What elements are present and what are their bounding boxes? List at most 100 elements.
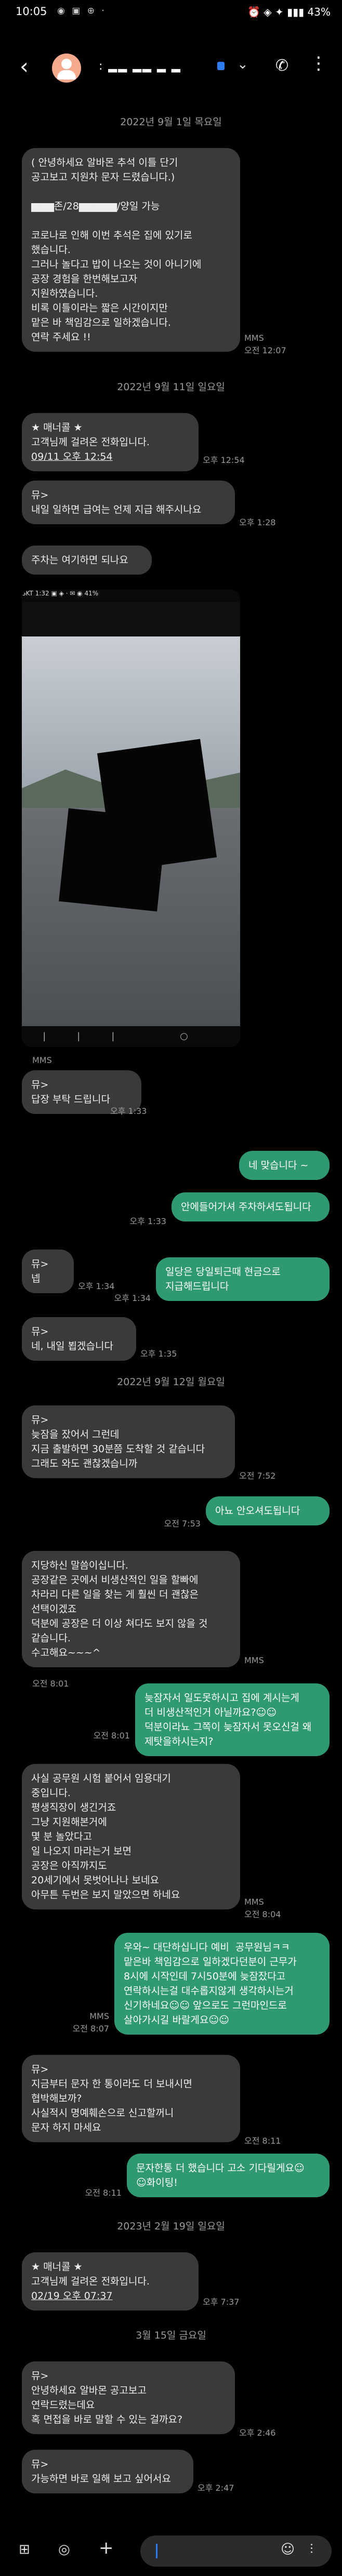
message-line: 지금 출발하면 30분쯤 도착할 것 같습니다 [31,1443,205,1455]
message-line: 연락드렸는데요 [31,2399,95,2411]
camera-icon[interactable]: ◎ [58,2542,70,2557]
message-line: 혹 면접을 바로 말할 수 있는 걸까요? [31,2414,183,2425]
message-type: MMS [244,1897,264,1907]
message-line: 뮤> [31,1414,49,1426]
message-bubble[interactable]: 사실 공무원 시험 붙어서 임용대기 중입니다. 평생직장이 생긴거죠 그냥 지… [22,1764,240,1909]
emoji-icon[interactable]: ☺ [281,2542,295,2557]
message-link[interactable]: 02/19 오후 07:37 [31,2289,189,2303]
message-line: 수고해요~~~^ [31,1647,101,1658]
image-status-bar: SKT 1:32 ▣ ◈ · ✉ ◉ 41% [22,590,240,602]
message-time: 오후 2:46 [239,2428,276,2438]
message-line: 공장 경험을 한번해보고자 [31,273,138,285]
message-line: 늦잠자서 일도못하시고 집에 계시는게 [144,1692,299,1704]
mms-image[interactable]: SKT 1:32 ▣ ◈ · ✉ ◉ 41% ||| ○ ‹ [22,590,240,1047]
message-line: 맡은바 책임감으로 일하겠다던분이 근무가 [124,1956,297,1968]
message-line: 지급해드립니다 [165,1281,229,1292]
phone-icon[interactable]: ✆ [275,57,288,75]
gallery-icon[interactable]: ⊞ [19,2542,30,2557]
message-bubble[interactable]: 주차는 여기하면 되나요 [22,546,152,575]
message-line: 차라리 다른 일을 찾는 게 훨씬 더 괜찮은 [31,1589,199,1600]
message-line: 고객님께 걸려온 전화입니다. [31,436,150,448]
message-line: 평생직장이 생긴거죠 [31,1802,116,1813]
voice-icon[interactable]: ⫶ [310,2542,313,2558]
message-line: 몇 분 놀았다고 [31,1831,92,1842]
message-line [31,214,231,228]
message-line: 그러나 놀다고 밥이 나오는 것이 아니기에 [31,259,202,270]
message-line: 우와~ 대단하십니다 예비 공무원님ㅋㅋ [124,1942,290,1953]
message-line: 가능하면 바로 일해 보고 싶어서요 [31,2473,171,2485]
composer-bar: ⊞ ◎ + ☺ ⫶ [0,2525,342,2576]
status-time: 10:05 [16,5,47,18]
message-line: 넵 [31,1273,41,1284]
sent-bubble[interactable]: 늦잠자서 일도못하시고 집에 계시는게 더 비생산적인거 아닐까요?☺☺ 덕분이… [135,1683,330,1756]
message-time: 오후 7:37 [203,2297,240,2307]
message-time: 오전 8:04 [244,1909,281,1919]
message-line: 뮤> [31,2064,49,2075]
message-bubble[interactable]: 뮤> 늦잠을 잤어서 그런데 지금 출발하면 30분쯤 도착할 것 같습니다 그… [22,1405,235,1478]
message-line: 덕분이라뇨 그쪽이 늦잠자서 못오신걸 왜 [144,1721,312,1733]
date-divider: 3월 15일 금요일 [136,2330,206,2341]
message-link[interactable]: 09/11 오후 12:54 [31,449,189,464]
message-line: 했습니다. [31,244,71,256]
sent-bubble[interactable]: 문자한통 더 했습니다 고소 기다릴게요☺ ☺화이팅! [127,2154,330,2197]
message-line: 주차는 여기하면 되나요 [31,554,128,566]
message-bubble[interactable]: 뮤> 가능하면 바로 일해 보고 싶어서요 [22,2450,193,2493]
contact-name[interactable]: : ▂▂ ▂▂ ▂ ▂ [99,60,181,73]
more-icon[interactable]: ⋮ [310,55,327,72]
message-time: 오전 7:53 [164,1519,201,1529]
message-line: 연락 주세요 !! [31,331,91,343]
message-line: 뮤> [31,1079,49,1091]
message-line: 그냥 지원해본거에 [31,1816,107,1828]
message-time: 오전 8:11 [85,2188,122,2198]
message-line: 고객님께 걸려온 전화입니다. [31,2276,150,2287]
message-bubble[interactable]: 뮤> 넵 [22,1250,74,1293]
add-icon[interactable]: + [99,2538,114,2558]
message-line: 문자 하지 마세요 [31,2122,101,2133]
message-bubble[interactable]: 지당하신 말씀이십니다. 공장같은 곳에서 비생산적인 일을 할빠에 차라리 다… [22,1551,240,1667]
message-line: 일당은 당일퇴근때 현금으로 [165,1266,281,1278]
message-line: ▆▆▆존/28▆▆▆▆▆/양일 가능 [31,201,160,212]
sent-bubble[interactable]: 아뇨 안오셔도됩니다 [206,1496,330,1525]
status-right: ⏰ ◈ ✦ ▮▮▮ 43% [247,6,331,18]
message-line: 선택이겠죠 [31,1603,77,1615]
message-line: ★ 매너콜 ★ [31,2261,83,2273]
message-bubble[interactable]: ★ 매너콜 ★ 고객님께 걸려온 전화입니다. 09/11 오후 12:54 [22,413,199,471]
sent-bubble[interactable]: 일당은 당일퇴근때 현금으로 지급해드립니다 [156,1257,330,1301]
chevron-down-icon[interactable]: ⌄ [237,57,248,72]
message-line: 뮤> [31,1258,49,1270]
message-line: 공고보고 지원차 문자 드렸습니다.) [31,171,175,183]
message-time: 오후 1:35 [140,1349,177,1359]
message-line: 제탓을하시는지? [144,1736,214,1747]
message-line: 내일 일하면 급여는 언제 지급 해주시나요 [31,504,202,515]
sent-bubble[interactable]: 네 맞습니다 ~ [239,1151,330,1180]
message-bubble[interactable]: 뮤> 내일 일하면 급여는 언제 지급 해주시나요 [22,481,235,524]
message-type: MMS [244,333,264,343]
message-bubble[interactable]: ( 안녕하세요 알바몬 추석 이틀 단기 공고보고 지원차 문자 드렸습니다.)… [22,148,240,352]
message-line: 연락하시는걸 대수롭지않게 생각하시는거 [124,1985,294,1997]
message-bubble[interactable]: 뮤> 안녕하세요 알바몬 공고보고 연락드렸는데요 혹 면접을 바로 말할 수 … [22,2361,235,2434]
message-time: 오전 8:07 [72,2024,109,2034]
back-icon[interactable]: ‹ [20,56,29,77]
message-line: 같습니다. [31,1632,71,1644]
message-line: 답장 부탁 드립니다 [31,1094,110,1105]
message-line: 맡은 바 책임감으로 일하겠습니다. [31,317,171,328]
message-line: 비록 이틀이라는 짧은 시간이지만 [31,302,168,314]
message-time: 오전 8:11 [244,2136,281,2146]
message-input[interactable] [140,2535,332,2567]
sent-bubble[interactable]: 우와~ 대단하십니다 예비 공무원님ㅋㅋ 맡은바 책임감으로 일하겠다던분이 근… [114,1933,330,2035]
message-time: 오후 1:33 [110,1106,147,1116]
verified-badge [217,62,225,70]
message-bubble[interactable]: ★ 매너콜 ★ 고객님께 걸려온 전화입니다. 02/19 오후 07:37 [22,2252,199,2311]
message-line: 신기하네요☺☺ 앞으로도 그런마인드로 [124,2000,287,2011]
message-line: 중입니다. [31,1787,71,1799]
sent-bubble[interactable]: 안에들어가셔 주차하셔도됩니다 [172,1192,330,1221]
avatar[interactable] [52,54,81,83]
message-type: MMS [89,2011,109,2021]
date-divider: 2023년 2월 19일 일요일 [117,2221,225,2232]
message-time: 오전 12:07 [244,346,286,355]
message-line: ★ 매너콜 ★ [31,422,83,433]
message-bubble[interactable]: 뮤> 지금부터 문자 한 통이라도 더 보내시면 협박해보까? 사실적시 명예훼… [22,2055,240,2142]
message-time: 오후 1:33 [129,1216,166,1226]
message-bubble[interactable]: 뮤> 네, 내일 뵙겠습니다 [22,1317,136,1361]
message-line: 덕분에 공장은 더 이상 쳐다도 보지 않을 것 [31,1618,208,1629]
